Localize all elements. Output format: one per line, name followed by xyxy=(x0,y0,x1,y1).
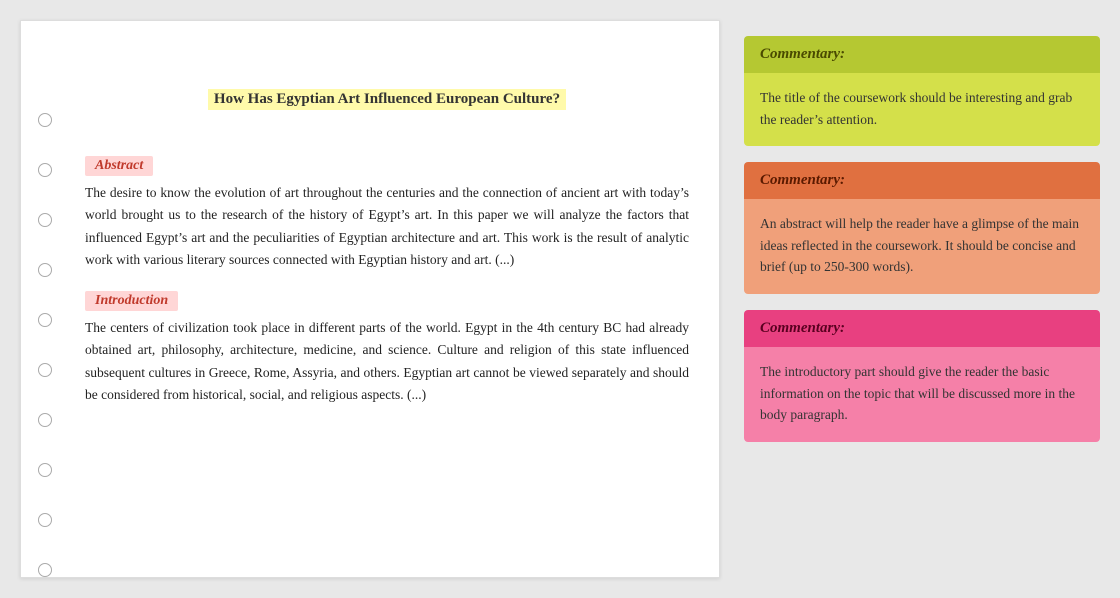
bullet-dot xyxy=(38,513,52,527)
commentary-column: Commentary: The title of the coursework … xyxy=(744,20,1100,458)
bullet-dot xyxy=(38,363,52,377)
bullet-dot xyxy=(38,413,52,427)
abstract-label: Abstract xyxy=(85,156,153,176)
commentary-card-1: Commentary: The title of the coursework … xyxy=(744,36,1100,146)
commentary-header-3: Commentary: xyxy=(744,310,1100,347)
commentary-header-2: Commentary: xyxy=(744,162,1100,199)
bullet-dot xyxy=(38,563,52,577)
commentary-body-3: The introductory part should give the re… xyxy=(744,347,1100,442)
introduction-text: The centers of civilization took place i… xyxy=(85,317,689,406)
document-content: How Has Egyptian Art Influenced European… xyxy=(69,21,719,577)
bullet-dot xyxy=(38,313,52,327)
bullet-dot xyxy=(38,263,52,277)
commentary-card-2: Commentary: An abstract will help the re… xyxy=(744,162,1100,294)
commentary-body-1: The title of the coursework should be in… xyxy=(744,73,1100,146)
commentary-header-1: Commentary: xyxy=(744,36,1100,73)
bullet-column xyxy=(21,21,69,577)
commentary-card-3: Commentary: The introductory part should… xyxy=(744,310,1100,442)
document-panel: How Has Egyptian Art Influenced European… xyxy=(20,20,720,578)
bullet-dot xyxy=(38,113,52,127)
bullet-dot xyxy=(38,163,52,177)
introduction-section: Introduction The centers of civilization… xyxy=(85,291,689,406)
abstract-section: Abstract The desire to know the evolutio… xyxy=(85,156,689,271)
commentary-body-2: An abstract will help the reader have a … xyxy=(744,199,1100,294)
title-wrapper: How Has Egyptian Art Influenced European… xyxy=(85,41,689,138)
bullet-dot xyxy=(38,213,52,227)
introduction-label: Introduction xyxy=(85,291,178,311)
document-title: How Has Egyptian Art Influenced European… xyxy=(208,89,566,110)
abstract-text: The desire to know the evolution of art … xyxy=(85,182,689,271)
bullet-dot xyxy=(38,463,52,477)
